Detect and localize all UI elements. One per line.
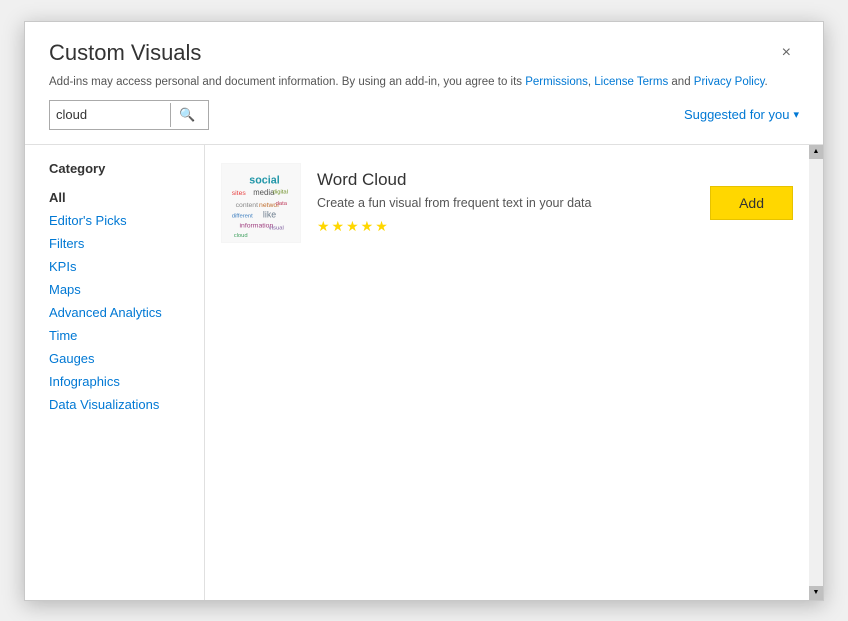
custom-visuals-dialog: Custom Visuals × Add-ins may access pers… (24, 21, 824, 601)
sidebar-item-filters[interactable]: Filters (49, 232, 204, 255)
search-button[interactable]: 🔍 (170, 103, 203, 127)
scrollbar-up-button[interactable]: ▲ (809, 145, 823, 159)
sidebar: Category All Editor's Picks Filters KPIs… (25, 145, 205, 600)
svg-text:digital: digital (273, 189, 288, 195)
sidebar-item-advanced-analytics[interactable]: Advanced Analytics (49, 301, 204, 324)
dialog-title: Custom Visuals (49, 40, 201, 66)
search-row: 🔍 Suggested for you ▾ (25, 100, 823, 144)
svg-text:data: data (276, 200, 288, 206)
sidebar-item-gauges[interactable]: Gauges (49, 347, 204, 370)
search-box: 🔍 (49, 100, 209, 130)
category-label: Category (49, 161, 204, 176)
chevron-down-icon: ▾ (793, 108, 799, 121)
word-cloud-svg: social sites media digital content netwo… (222, 164, 300, 242)
sidebar-item-maps[interactable]: Maps (49, 278, 204, 301)
sidebar-item-all[interactable]: All (49, 186, 204, 209)
svg-text:cloud: cloud (234, 233, 248, 239)
star-rating: ★★★★★ (317, 218, 694, 235)
sidebar-item-editors-picks[interactable]: Editor's Picks (49, 209, 204, 232)
svg-text:like: like (263, 209, 276, 219)
disclaimer-text: Add-ins may access personal and document… (25, 76, 823, 100)
visual-name: Word Cloud (317, 170, 694, 190)
scrollbar-track: ▲ ▼ (809, 145, 823, 600)
close-button[interactable]: × (774, 41, 799, 65)
svg-text:social: social (249, 174, 279, 186)
visual-description: Create a fun visual from frequent text i… (317, 196, 694, 210)
dialog-header: Custom Visuals × (25, 22, 823, 76)
sidebar-item-kpis[interactable]: KPIs (49, 255, 204, 278)
svg-text:content: content (236, 201, 258, 208)
suggested-for-you-button[interactable]: Suggested for you ▾ (684, 107, 799, 122)
sidebar-item-data-visualizations[interactable]: Data Visualizations (49, 393, 204, 416)
svg-text:sites: sites (232, 190, 247, 197)
add-button[interactable]: Add (710, 186, 793, 220)
svg-text:different: different (232, 213, 253, 219)
sidebar-item-time[interactable]: Time (49, 324, 204, 347)
svg-text:visual: visual (269, 225, 284, 231)
sidebar-item-infographics[interactable]: Infographics (49, 370, 204, 393)
visual-info: Word Cloud Create a fun visual from freq… (317, 170, 694, 235)
search-input[interactable] (50, 103, 170, 126)
scrollbar-down-button[interactable]: ▼ (809, 586, 823, 600)
dialog-body: Category All Editor's Picks Filters KPIs… (25, 144, 823, 600)
visual-item-word-cloud: social sites media digital content netwo… (205, 145, 823, 261)
main-content: social sites media digital content netwo… (205, 145, 823, 600)
word-cloud-thumbnail: social sites media digital content netwo… (221, 163, 301, 243)
